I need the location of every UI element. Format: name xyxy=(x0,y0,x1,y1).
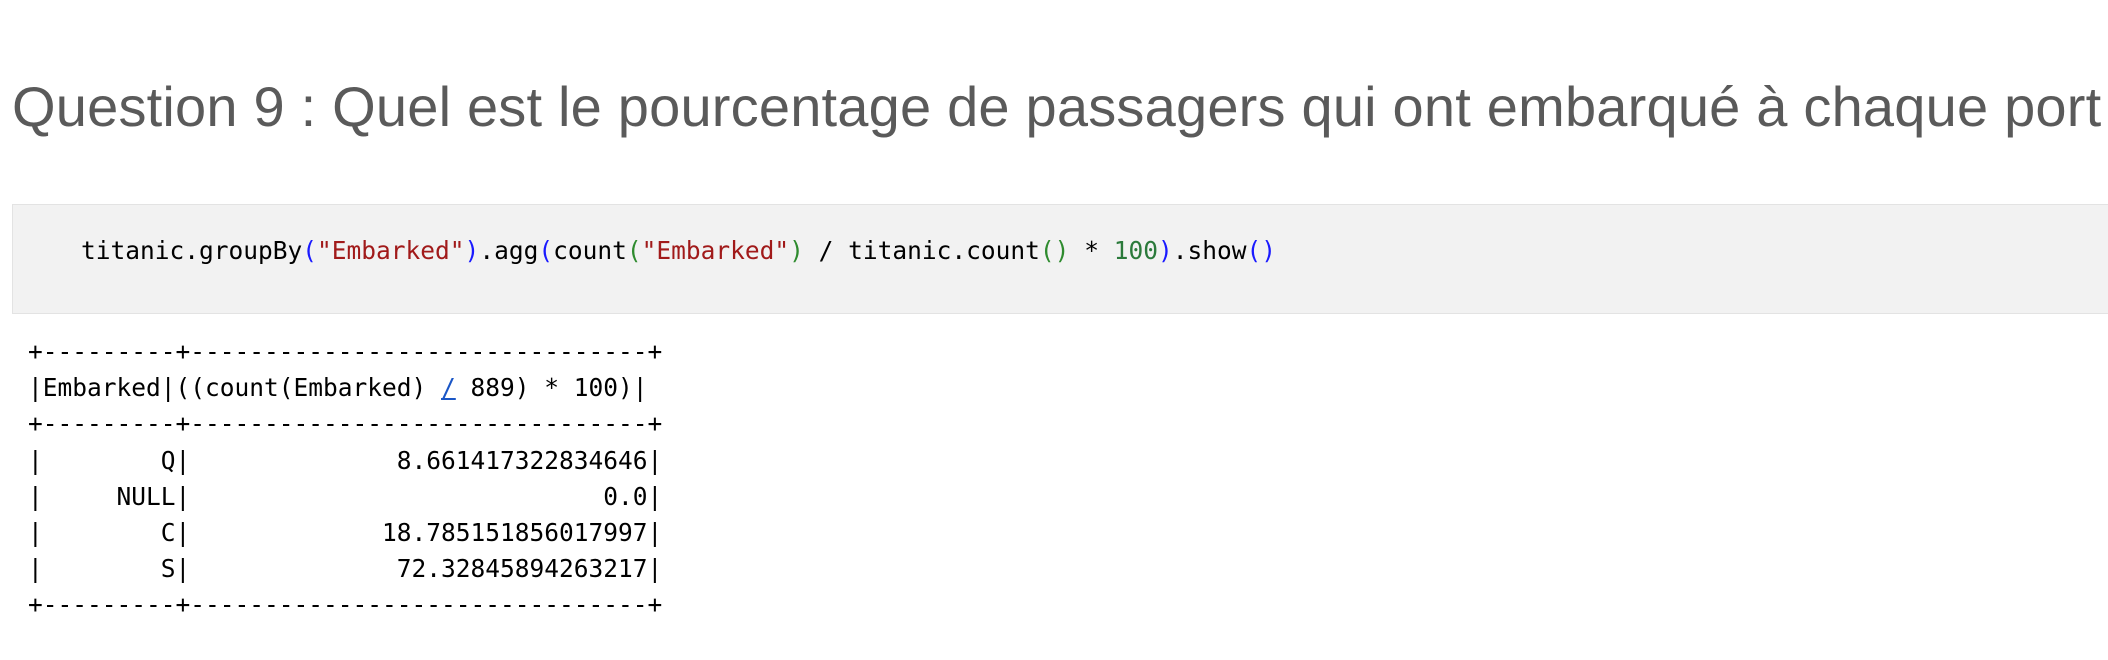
code-paren: ( xyxy=(538,236,554,265)
code-line[interactable]: titanic.groupBy("Embarked").agg(count("E… xyxy=(81,231,1276,271)
notebook-page: Question 9 : Quel est le pourcentage de … xyxy=(0,0,2108,660)
table-border: +---------+-----------------------------… xyxy=(28,337,663,366)
table-row: | Q| 8.661417322834646| xyxy=(28,445,663,475)
code-string: "Embarked" xyxy=(641,236,790,265)
header-text: 889) * 100)| xyxy=(455,373,648,403)
table-row: | C| 18.785151856017997| xyxy=(28,518,663,548)
code-paren: ) xyxy=(789,236,804,265)
code-token: / titanic.count xyxy=(803,236,1040,265)
code-token: .agg xyxy=(479,236,539,265)
code-token: * xyxy=(1069,236,1114,265)
code-token: count xyxy=(553,236,627,265)
code-paren: () xyxy=(1246,236,1277,265)
table-header: |Embarked|((count(Embarked) / 889) * 100… xyxy=(28,370,662,406)
code-paren: ) xyxy=(464,236,480,265)
cell-output: +---------+-----------------------------… xyxy=(28,334,662,624)
code-token: .show xyxy=(1172,236,1247,265)
code-string: "Embarked" xyxy=(317,236,465,265)
code-paren: () xyxy=(1039,236,1070,265)
question-heading: Question 9 : Quel est le pourcentage de … xyxy=(12,75,2108,138)
table-border: +---------+-----------------------------… xyxy=(28,590,663,620)
code-paren: ( xyxy=(302,236,318,265)
table-border: +---------+-----------------------------… xyxy=(28,409,663,439)
header-text: |Embarked|((count(Embarked) xyxy=(28,373,442,403)
code-token: titanic.groupBy xyxy=(81,236,303,265)
division-link[interactable]: / xyxy=(441,373,456,402)
code-paren: ( xyxy=(626,236,642,265)
code-paren: ) xyxy=(1157,236,1173,265)
code-cell[interactable]: titanic.groupBy("Embarked").agg(count("E… xyxy=(12,204,2108,314)
code-number: 100 xyxy=(1113,236,1158,265)
table-row: | S| 72.32845894263217| xyxy=(28,554,663,584)
table-row: | NULL| 0.0| xyxy=(28,481,663,511)
